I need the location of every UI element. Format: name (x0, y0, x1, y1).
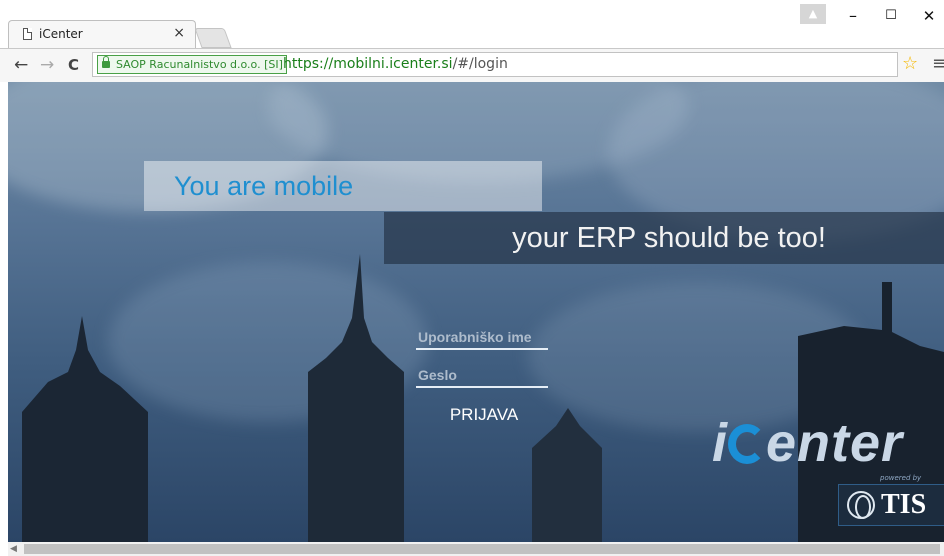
url-text: https://mobilni.icenter.si/#/login (283, 55, 508, 74)
window-maximize-button[interactable]: ☐ (876, 6, 906, 26)
tis-text: TIS (881, 489, 927, 520)
tab-title: iCenter (39, 27, 83, 41)
horizontal-scrollbar[interactable]: ◀ (8, 542, 944, 556)
tab-icenter[interactable]: iCenter × (8, 20, 196, 48)
chrome-menu-icon[interactable]: ≡ (932, 53, 944, 75)
window-close-button[interactable]: ✕ (914, 6, 944, 26)
icenter-logo: i enter (712, 412, 903, 474)
globe-icon (847, 491, 875, 519)
tis-logo: TIS (838, 484, 944, 526)
login-button[interactable]: PRIJAVA (436, 402, 532, 428)
browser-titlebar: iCenter × ▲ – ☐ ✕ (0, 0, 944, 48)
tagline-1: You are mobile (174, 171, 354, 201)
new-tab-button[interactable] (194, 28, 232, 48)
forward-button[interactable]: → (40, 55, 54, 75)
url-scheme: https:// (283, 56, 334, 72)
tagline-banner-1: You are mobile (144, 161, 542, 211)
address-bar[interactable]: SAOP Racunalnistvo d.o.o. [SI] https://m… (92, 52, 898, 77)
logo-c-mark (728, 424, 767, 464)
scroll-left-icon[interactable]: ◀ (10, 542, 17, 556)
bookmark-star-icon[interactable]: ☆ (902, 53, 918, 75)
logo-rest: enter (766, 413, 904, 473)
url-host: mobilni.icenter.si (333, 56, 453, 72)
scrollbar-thumb[interactable] (24, 544, 940, 554)
tab-close-icon[interactable]: × (173, 25, 185, 41)
lock-icon (102, 56, 110, 68)
page-icon (23, 28, 32, 40)
password-input[interactable] (416, 364, 548, 388)
username-input[interactable] (416, 326, 548, 350)
ev-certificate-badge[interactable]: SAOP Racunalnistvo d.o.o. [SI] (97, 55, 287, 74)
profile-icon[interactable]: ▲ (800, 4, 826, 24)
reload-button[interactable]: C (68, 55, 79, 75)
tagline-banner-2: your ERP should be too! (384, 212, 944, 264)
powered-by-label: powered by (880, 474, 922, 482)
back-button[interactable]: ← (14, 55, 28, 75)
tagline-2: your ERP should be too! (512, 222, 826, 254)
logo-i: i (712, 413, 729, 473)
browser-toolbar: ← → C SAOP Racunalnistvo d.o.o. [SI] htt… (0, 48, 944, 82)
login-page: You are mobile your ERP should be too! P… (8, 82, 944, 542)
url-path: /#/login (452, 56, 508, 72)
window-minimize-button[interactable]: – (838, 6, 868, 26)
ev-certificate-label: SAOP Racunalnistvo d.o.o. [SI] (116, 58, 283, 71)
